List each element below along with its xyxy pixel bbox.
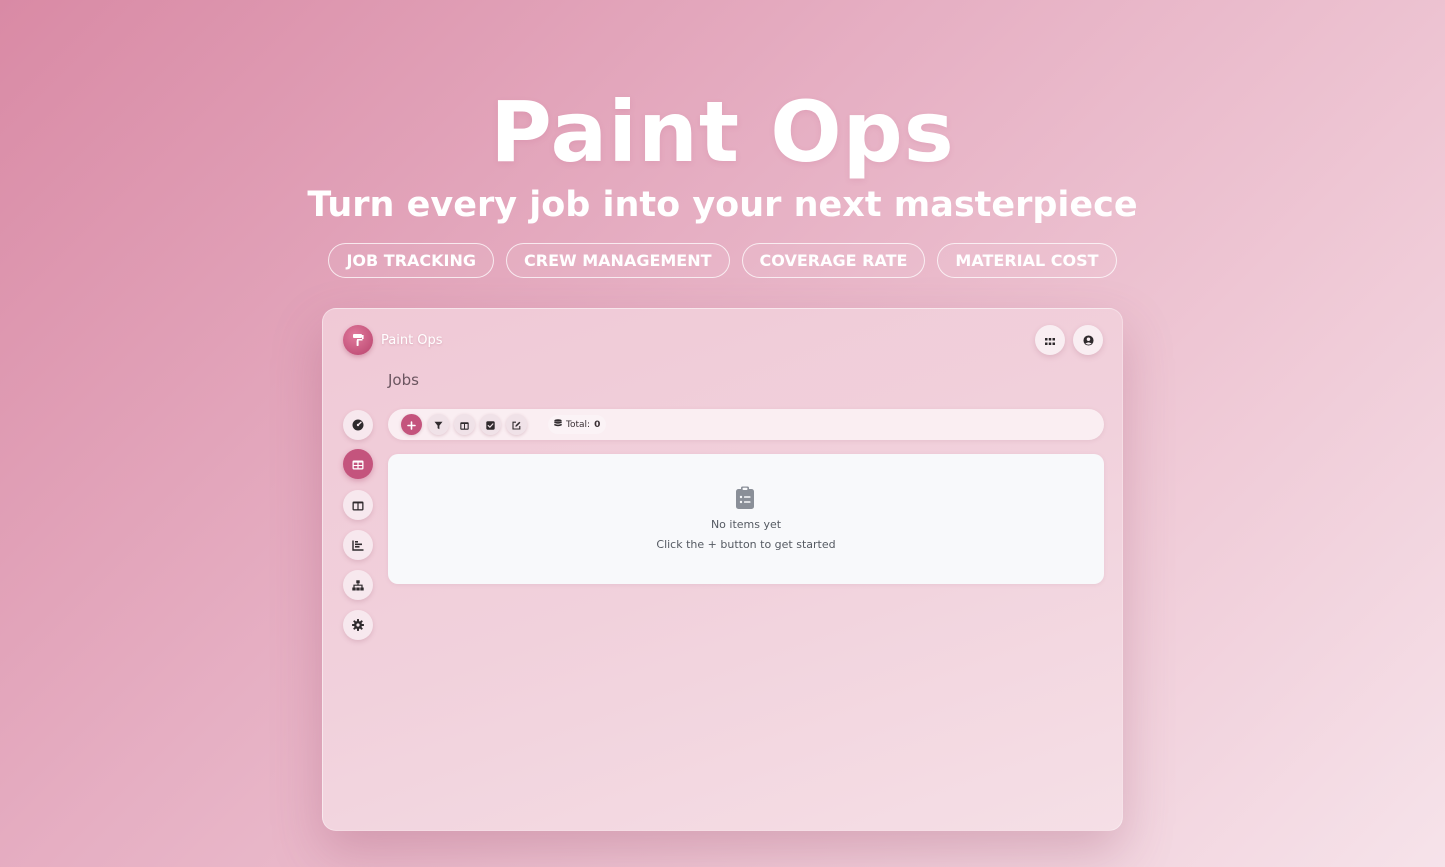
user-circle-icon	[1082, 331, 1094, 350]
apps-grid-button[interactable]	[1035, 325, 1065, 355]
plus-icon	[407, 415, 416, 434]
app-window: Paint Ops Jobs Total: 0 No items yet Cli…	[322, 308, 1123, 831]
sidebar-item-hierarchy[interactable]	[343, 570, 373, 600]
add-item-button[interactable]	[401, 414, 422, 435]
apps-grid-icon	[1045, 331, 1055, 350]
sidebar-item-table[interactable]	[343, 449, 373, 479]
brand-name: Paint Ops	[381, 332, 443, 348]
total-value: 0	[594, 419, 601, 430]
empty-state-hint: Click the + button to get started	[656, 538, 836, 551]
columns-button[interactable]	[454, 414, 475, 435]
total-label: Total:	[566, 419, 591, 430]
columns-icon	[352, 496, 364, 515]
filter-button[interactable]	[428, 414, 449, 435]
tag-coverage-rate: COVERAGE RATE	[741, 243, 926, 278]
sidebar-item-columns[interactable]	[343, 490, 373, 520]
sidebar-item-settings[interactable]	[343, 610, 373, 640]
checkbox-icon	[486, 415, 495, 434]
feature-tags: JOB TRACKING CREW MANAGEMENT COVERAGE RA…	[0, 243, 1445, 278]
filter-icon	[434, 415, 443, 434]
total-count-badge: Total: 0	[548, 415, 607, 434]
sitemap-icon	[352, 576, 364, 595]
hero-subtitle: Turn every job into your next masterpiec…	[307, 185, 1138, 225]
user-menu-button[interactable]	[1073, 325, 1103, 355]
database-icon	[554, 418, 562, 431]
select-button[interactable]	[480, 414, 501, 435]
toolbar: Total: 0	[388, 409, 1104, 440]
brand[interactable]: Paint Ops	[343, 325, 443, 355]
tag-material-cost: MATERIAL COST	[937, 243, 1117, 278]
dashboard-gauge-icon	[352, 416, 364, 435]
sidebar-item-dashboard[interactable]	[343, 410, 373, 440]
tag-crew-management: CREW MANAGEMENT	[506, 243, 730, 278]
page-title: Jobs	[388, 371, 419, 389]
gear-icon	[352, 616, 364, 635]
columns-icon	[460, 415, 469, 434]
tag-job-tracking: JOB TRACKING	[328, 243, 495, 278]
clipboard-list-icon	[735, 486, 755, 514]
empty-state-title: No items yet	[710, 518, 782, 531]
chart-icon	[352, 536, 364, 555]
sidebar-item-charts[interactable]	[343, 530, 373, 560]
table-icon	[352, 455, 364, 474]
edit-icon	[512, 415, 521, 434]
paint-roller-icon	[343, 325, 373, 355]
hero-title: Paint Ops	[490, 83, 955, 181]
edit-button[interactable]	[506, 414, 527, 435]
empty-state-panel: No items yet Click the + button to get s…	[388, 454, 1104, 584]
